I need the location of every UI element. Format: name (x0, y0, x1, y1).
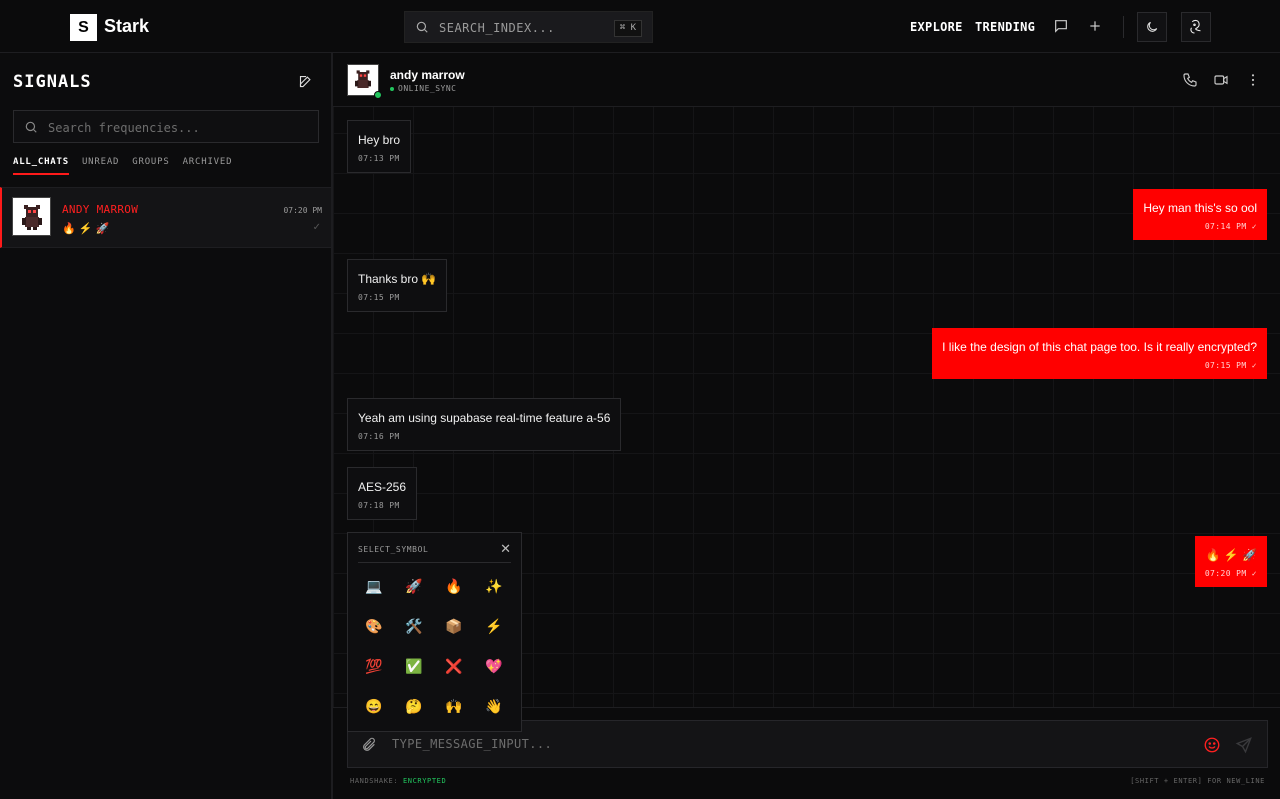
message-text: AES-256 (358, 480, 407, 494)
send-icon[interactable] (1235, 736, 1253, 754)
message-time: 07:16 PM (358, 432, 400, 441)
emoji-option[interactable]: 🤔 (394, 686, 434, 726)
message-text: Thanks bro 🙌 (358, 272, 437, 286)
chat-search-input[interactable]: Search frequencies... (13, 110, 319, 143)
chat-item-name: ANDY MARROW (62, 203, 139, 216)
emoji-option[interactable]: 🙌 (434, 686, 474, 726)
chat-list-item[interactable]: ANDY MARROW 🔥 ⚡ 🚀 07:20 PM ✓ (0, 187, 331, 248)
logo-mark[interactable]: S (70, 14, 97, 41)
message-input-placeholder: TYPE_MESSAGE_INPUT... (392, 737, 553, 751)
global-search-input[interactable]: SEARCH_INDEX... ⌘ K (404, 11, 653, 43)
emoji-option[interactable]: 💻 (354, 566, 394, 606)
emoji-option[interactable]: ✅ (394, 646, 434, 686)
global-search-placeholder: SEARCH_INDEX... (439, 21, 555, 35)
video-icon[interactable] (1213, 72, 1229, 88)
plus-icon[interactable] (1087, 18, 1103, 34)
message-time: 07:15 PM ✓ (1204, 361, 1257, 370)
message-text: Hey man this's so ool (1143, 201, 1257, 215)
newline-hint: [SHIFT + ENTER] FOR NEW_LINE (1130, 777, 1265, 785)
emoji-option[interactable]: 💯 (354, 646, 394, 686)
new-chat-button[interactable] (293, 69, 317, 93)
message-incoming[interactable]: Thanks bro 🙌 07:15 PM (347, 259, 448, 312)
emoji-option[interactable]: 🚀 (394, 566, 434, 606)
handshake-label: HANDSHAKE: (350, 777, 399, 785)
smile-icon[interactable] (1203, 736, 1221, 754)
contact-status: ONLINE_SYNC (390, 84, 456, 93)
nav-explore[interactable]: EXPLORE (910, 20, 963, 34)
emoji-option[interactable]: 🛠️ (394, 606, 434, 646)
message-text: Hey bro (358, 133, 401, 147)
message-time: 07:18 PM (358, 501, 400, 510)
message-outgoing[interactable]: 🔥 ⚡ 🚀 07:20 PM ✓ (1194, 536, 1267, 587)
sidebar: SIGNALS Search frequencies... ALL_CHATS … (0, 53, 333, 799)
search-icon (25, 121, 37, 133)
paperclip-icon[interactable] (361, 737, 377, 753)
emoji-option[interactable]: ✨ (474, 566, 514, 606)
message-incoming[interactable]: AES-256 07:18 PM (347, 467, 418, 520)
emoji-option[interactable]: ❌ (434, 646, 474, 686)
message-text: 🔥 ⚡ 🚀 (1205, 548, 1258, 562)
pixel-character-icon (21, 204, 42, 230)
tab-all-chats[interactable]: ALL_CHATS (13, 157, 69, 175)
edit-icon (299, 75, 311, 87)
emoji-option[interactable]: 😄 (354, 686, 394, 726)
message-time: 07:20 PM ✓ (1204, 569, 1257, 578)
search-icon (416, 21, 428, 33)
theme-toggle-button[interactable] (1137, 12, 1167, 42)
emoji-option[interactable]: 📦 (434, 606, 474, 646)
message-time: 07:15 PM (358, 293, 400, 302)
phone-icon[interactable] (1182, 72, 1198, 88)
divider (1123, 16, 1124, 38)
handshake-status: HANDSHAKE: ENCRYPTED (350, 777, 446, 785)
divider (358, 562, 511, 563)
message-outgoing[interactable]: I like the design of this chat page too.… (932, 328, 1267, 379)
close-icon[interactable]: ✕ (500, 541, 511, 557)
message-incoming[interactable]: Hey bro 07:13 PM (347, 120, 412, 173)
tab-archived[interactable]: ARCHIVED (183, 157, 233, 175)
chat-header: andy marrow ONLINE_SYNC (333, 53, 1280, 107)
online-indicator (374, 91, 382, 99)
shortcut-badge: ⌘ K (613, 20, 642, 37)
user-avatar-button[interactable] (1181, 12, 1211, 42)
more-vertical-icon[interactable] (1245, 72, 1261, 88)
sidebar-title: SIGNALS (13, 72, 92, 92)
message-text: I like the design of this chat page too.… (942, 340, 1257, 354)
app-name[interactable]: Stark (104, 16, 149, 37)
message-incoming[interactable]: Yeah am using supabase real-time feature… (347, 398, 622, 451)
nav-trending[interactable]: TRENDING (975, 20, 1035, 34)
emoji-option[interactable]: 🔥 (434, 566, 474, 606)
message-time: 07:14 PM ✓ (1204, 222, 1257, 231)
pixel-character-icon (355, 70, 371, 88)
avatar (12, 197, 51, 236)
emoji-option[interactable]: 🎨 (354, 606, 394, 646)
tab-unread[interactable]: UNREAD (82, 157, 119, 175)
contact-name: andy marrow (390, 68, 465, 82)
message-square-icon[interactable] (1053, 18, 1069, 34)
emoji-option[interactable]: ⚡ (474, 606, 514, 646)
emoji-option[interactable]: 💖 (474, 646, 514, 686)
chat-panel: andy marrow ONLINE_SYNC Hey bro 07:13 PM… (333, 53, 1280, 799)
message-time: 07:13 PM (358, 154, 400, 163)
emoji-picker: SELECT_SYMBOL ✕ 💻 🚀 🔥 ✨ 🎨 🛠️ 📦 ⚡ 💯 ✅ ❌ 💖… (347, 532, 522, 732)
emoji-option[interactable]: 👋 (474, 686, 514, 726)
emoji-grid: 💻 🚀 🔥 ✨ 🎨 🛠️ 📦 ⚡ 💯 ✅ ❌ 💖 😄 🤔 🙌 👋 (354, 566, 514, 726)
message-outgoing[interactable]: Hey man this's so ool 07:14 PM ✓ (1133, 189, 1267, 240)
status-text: ONLINE_SYNC (398, 84, 457, 93)
tab-groups[interactable]: GROUPS (132, 157, 169, 175)
chat-item-time: 07:20 PM (283, 206, 322, 215)
read-check-icon: ✓ (312, 222, 321, 233)
emoji-picker-title: SELECT_SYMBOL (358, 545, 429, 554)
message-text: Yeah am using supabase real-time feature… (358, 411, 611, 425)
handshake-value: ENCRYPTED (402, 777, 447, 785)
avatar-sketch-icon (1190, 19, 1201, 34)
top-bar: S Stark SEARCH_INDEX... ⌘ K EXPLORE TREN… (0, 0, 1280, 53)
chat-filter-tabs: ALL_CHATS UNREAD GROUPS ARCHIVED (13, 157, 232, 175)
chat-item-preview: 🔥 ⚡ 🚀 (62, 223, 110, 235)
chat-search-placeholder: Search frequencies... (48, 121, 200, 135)
moon-icon (1147, 21, 1158, 32)
